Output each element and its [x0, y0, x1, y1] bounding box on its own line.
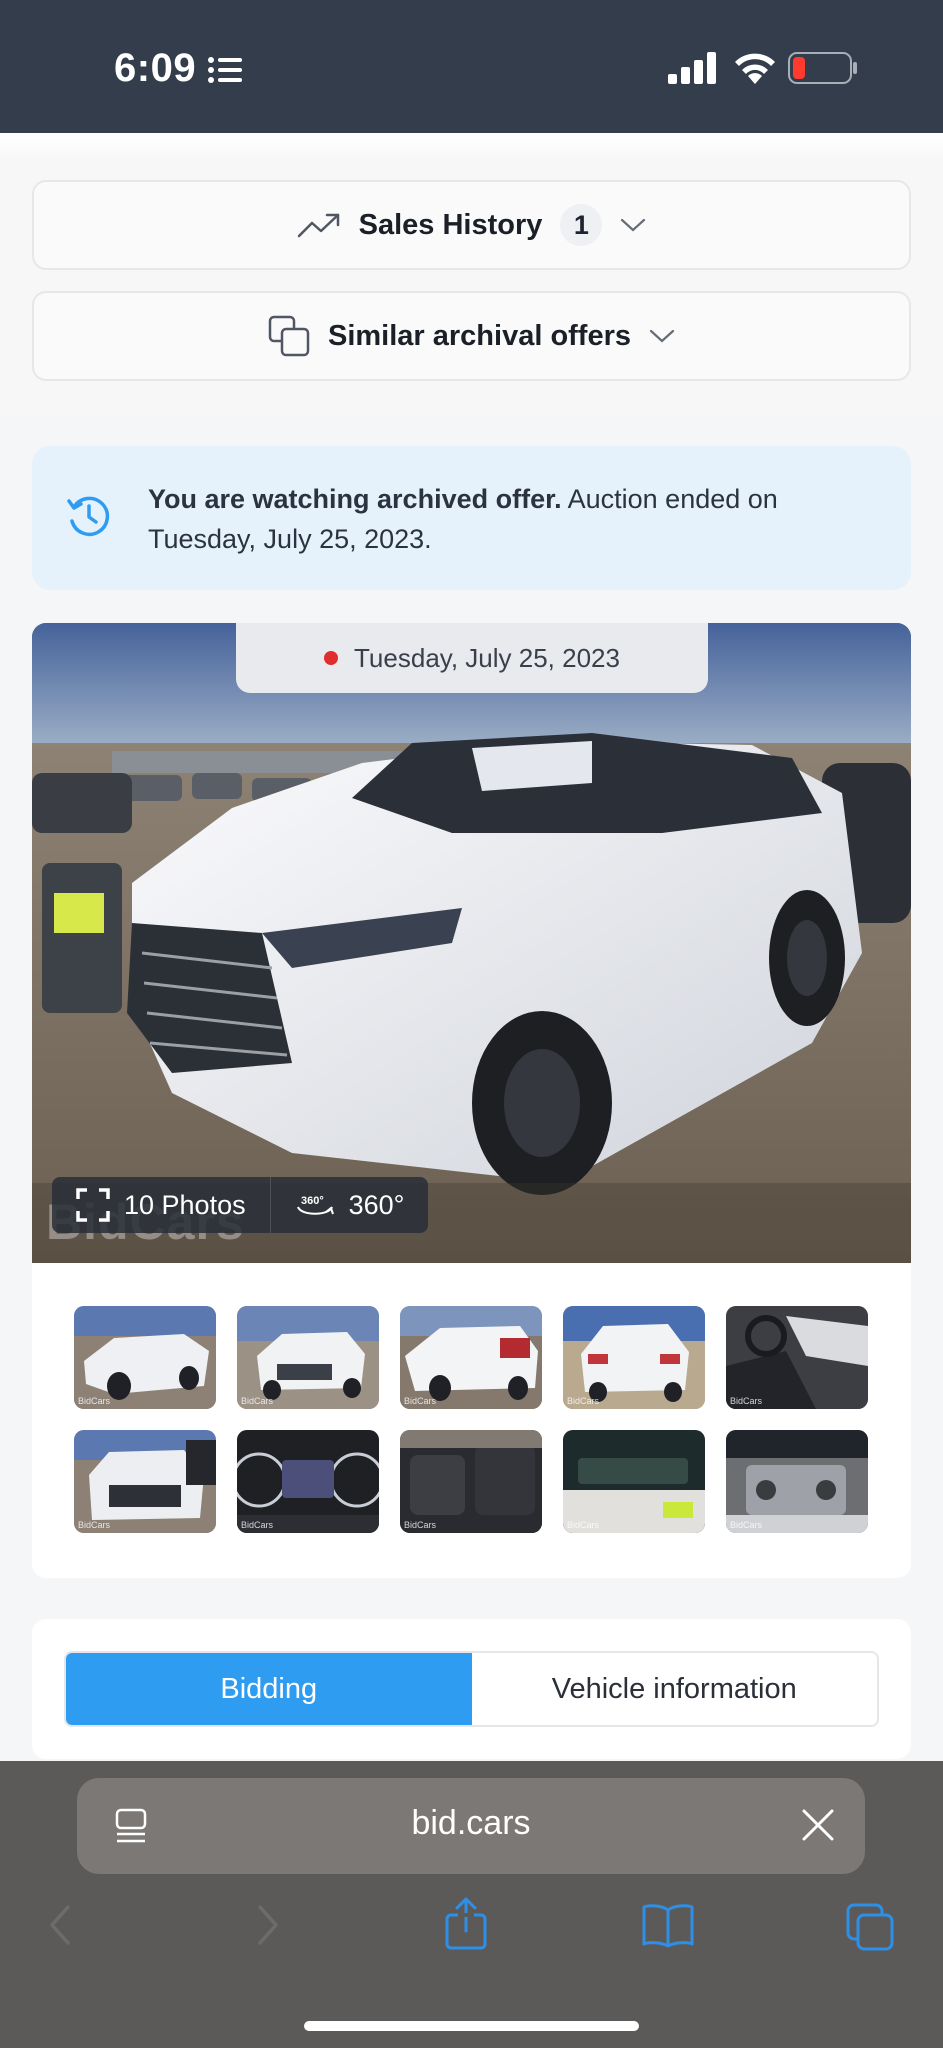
- svg-text:360°: 360°: [301, 1195, 324, 1207]
- thumbnail-front[interactable]: BidCars: [237, 1306, 379, 1409]
- history-icon: [67, 496, 110, 537]
- browser-toolbar: bid.cars: [0, 1761, 943, 2048]
- rotate-360-icon: 360°: [296, 1195, 334, 1215]
- forward-icon[interactable]: [254, 1903, 282, 1947]
- tabs-icon[interactable]: [845, 1902, 895, 1952]
- battery-icon: [788, 52, 857, 84]
- home-indicator: [304, 2021, 639, 2031]
- thumbnail-key-tag[interactable]: BidCars: [563, 1430, 705, 1533]
- sales-history-count-badge: 1: [560, 204, 603, 246]
- thumbnail-front-grille[interactable]: BidCars: [74, 1430, 216, 1533]
- main-vehicle-photo[interactable]: Tuesday, July 25, 2023 BidCars 10 Photos…: [32, 623, 911, 1263]
- thumbnail-instrument-cluster[interactable]: BidCars: [237, 1430, 379, 1533]
- photo-controls: 10 Photos 360° 360°: [52, 1177, 429, 1233]
- sales-history-accordion[interactable]: Sales History 1: [32, 180, 911, 270]
- view-360-button[interactable]: 360° 360°: [271, 1177, 429, 1233]
- archived-notice: You are watching archived offer. Auction…: [32, 446, 911, 590]
- close-icon[interactable]: [801, 1808, 835, 1842]
- status-dot: [324, 651, 339, 665]
- gallery-card: Tuesday, July 25, 2023 BidCars 10 Photos…: [32, 623, 911, 1578]
- trend-up-icon: [297, 213, 339, 238]
- similar-offers-label: Similar archival offers: [327, 319, 632, 352]
- thumbnail-interior-front[interactable]: BidCars: [726, 1306, 868, 1409]
- notice-text: You are watching archived offer. Auction…: [148, 479, 868, 559]
- tab-vehicle-information[interactable]: Vehicle information: [471, 1653, 877, 1725]
- auction-date: Tuesday, July 25, 2023: [354, 642, 620, 673]
- view-360-label: 360°: [348, 1189, 405, 1220]
- vehicle-photo-image: [32, 623, 911, 1263]
- status-time: 6:09: [114, 46, 197, 90]
- back-icon[interactable]: [46, 1903, 74, 1947]
- similar-offers-accordion[interactable]: Similar archival offers: [32, 291, 911, 381]
- signal-icon: [668, 52, 716, 84]
- photos-button[interactable]: 10 Photos: [52, 1177, 270, 1233]
- notice-bold: You are watching archived offer.: [148, 484, 562, 514]
- url-text: bid.cars: [411, 1804, 531, 1842]
- share-icon[interactable]: [444, 1897, 488, 1951]
- thumbnail-front-side[interactable]: BidCars: [74, 1306, 216, 1409]
- bookmarks-icon[interactable]: [641, 1902, 695, 1948]
- wifi-icon: [735, 53, 775, 84]
- chevron-down-icon: [649, 329, 675, 343]
- chevron-down-icon: [621, 218, 646, 232]
- photos-count-label: 10 Photos: [124, 1189, 246, 1220]
- thumbnail-rear-side[interactable]: BidCars: [400, 1306, 542, 1409]
- status-bar: 6:09: [0, 0, 943, 133]
- fullscreen-icon: [76, 1188, 110, 1222]
- sales-history-label: Sales History: [358, 208, 543, 241]
- url-bar[interactable]: bid.cars: [77, 1778, 865, 1874]
- thumbnail-rear[interactable]: BidCars: [563, 1306, 705, 1409]
- auction-date-chip: Tuesday, July 25, 2023: [236, 623, 708, 693]
- thumbnail-rear-seats[interactable]: BidCars: [400, 1430, 542, 1533]
- list-icon: [208, 57, 242, 83]
- thumbnail-engine-bay[interactable]: BidCars: [726, 1430, 868, 1533]
- tabs-card: Bidding Vehicle information: [32, 1619, 911, 1759]
- detail-tabs: Bidding Vehicle information: [64, 1651, 879, 1727]
- copy-icon: [268, 315, 310, 357]
- thumbnail-grid: BidCars BidCars BidCars BidCars BidCars …: [74, 1306, 874, 1533]
- tab-bidding[interactable]: Bidding: [66, 1653, 472, 1725]
